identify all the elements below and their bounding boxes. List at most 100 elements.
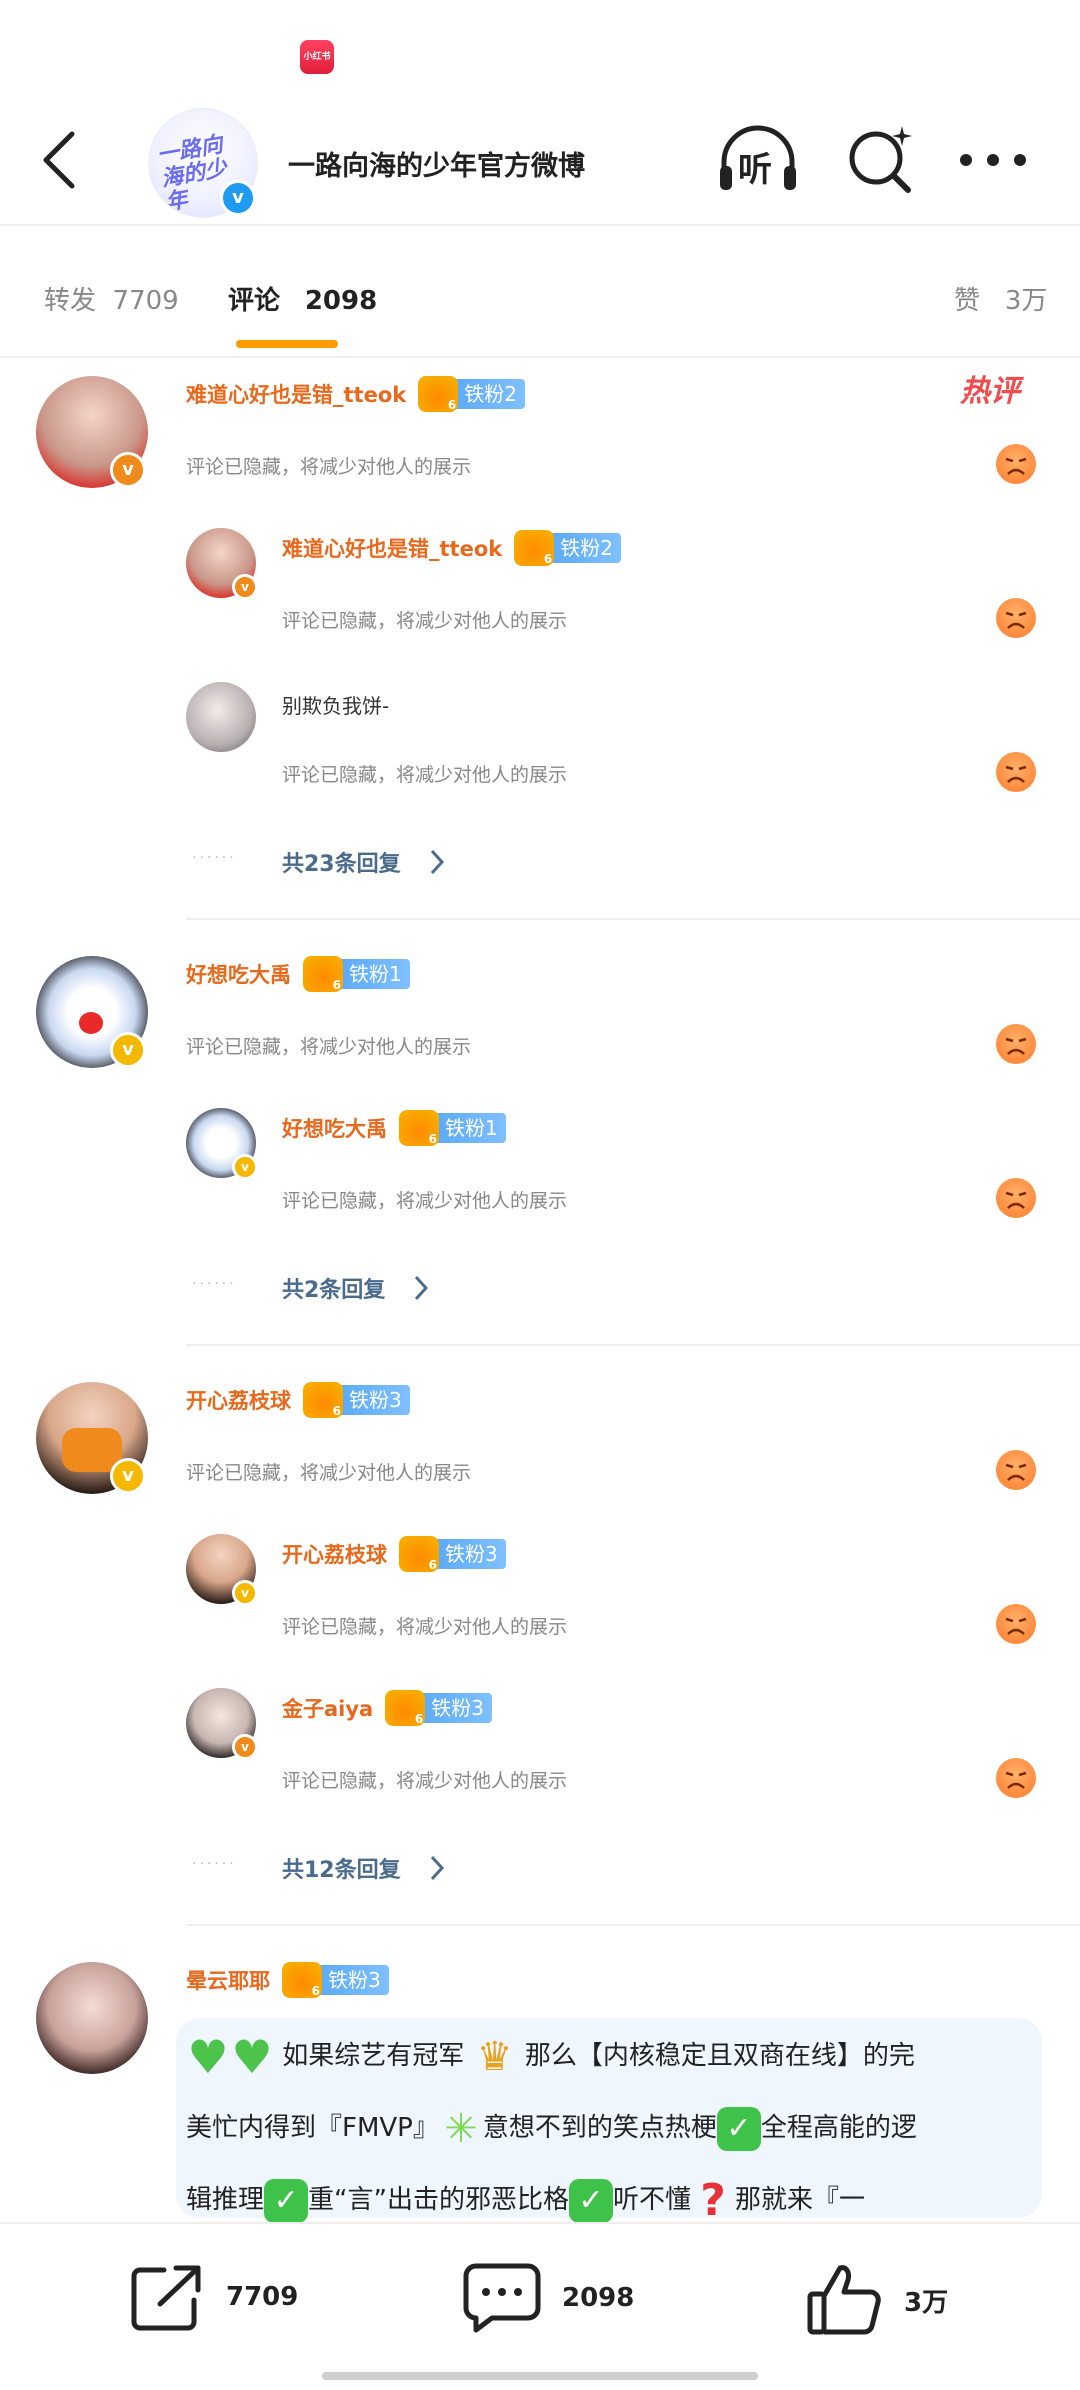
fan-badge[interactable]: 铁粉3 <box>303 1382 410 1418</box>
username[interactable]: 好想吃大禹 <box>282 1113 387 1143</box>
dislike-button[interactable] <box>996 752 1036 792</box>
separator-dots: ······ <box>192 1856 237 1872</box>
search-button[interactable] <box>846 124 916 198</box>
comment-header: 开心荔枝球 铁粉3 <box>186 1382 410 1418</box>
like-button[interactable]: 3万 <box>806 2262 948 2338</box>
more-options-button[interactable] <box>958 150 1028 174</box>
tab-likes[interactable]: 赞 3万 <box>954 280 1047 317</box>
chevron-right-icon <box>430 1855 444 1881</box>
reply-header: 好想吃大禹 铁粉1 <box>282 1110 506 1146</box>
fan-badge-label: 铁粉2 <box>546 533 621 563</box>
dislike-button[interactable] <box>996 598 1036 638</box>
username[interactable]: 难道心好也是错_tteok <box>282 533 502 563</box>
more-replies-label: 共23条回复 <box>282 852 401 877</box>
sad-face-icon <box>1005 765 1027 783</box>
hidden-comment-text: 评论已隐藏，将减少对他人的展示 <box>282 1770 568 1792</box>
dislike-button[interactable] <box>996 1178 1036 1218</box>
sparkle-icon: ✳ <box>444 2105 478 2152</box>
crown-icon <box>303 956 343 992</box>
home-indicator[interactable] <box>322 2372 758 2380</box>
tab-comments[interactable]: 评论 2098 <box>228 280 377 317</box>
user-badge-icon: v <box>232 1154 258 1180</box>
fan-badge-label: 铁粉2 <box>450 379 525 409</box>
thumbs-up-icon <box>807 2265 881 2335</box>
search-icon <box>849 126 912 193</box>
hidden-comment-text: 评论已隐藏，将减少对他人的展示 <box>282 764 568 786</box>
sad-face-icon <box>1005 1037 1027 1055</box>
comment-header: 难道心好也是错_tteok 铁粉2 <box>186 376 525 412</box>
reply-header: 金子aiya 铁粉3 <box>282 1690 492 1726</box>
fan-badge-label: 铁粉3 <box>335 1385 410 1415</box>
comment-header: 好想吃大禹 铁粉1 <box>186 956 410 992</box>
thread-divider <box>186 918 1080 920</box>
username[interactable]: 开心荔枝球 <box>282 1539 387 1569</box>
fan-badge[interactable]: 铁粉2 <box>418 376 525 412</box>
back-button[interactable] <box>40 130 80 190</box>
fan-badge-label: 铁粉3 <box>417 1693 492 1723</box>
view-replies-button[interactable]: 共23条回复 <box>282 846 445 878</box>
dislike-button[interactable] <box>996 1450 1036 1490</box>
username[interactable]: 金子aiya <box>282 1693 373 1723</box>
user-badge-icon: v <box>110 1458 146 1494</box>
sad-face-icon <box>1005 1771 1027 1789</box>
comment-text-segment: 如果综艺有冠军 <box>282 2041 465 2071</box>
tab-reposts[interactable]: 转发 7709 <box>44 280 179 317</box>
tabs-divider <box>0 356 1080 358</box>
comment-text: ♥♥ 如果综艺有冠军 ♛ 那么【内核稳定且双商在线】的完 美忙内得到『FMVP』… <box>186 2020 1026 2236</box>
hidden-comment-text: 评论已隐藏，将减少对他人的展示 <box>186 1036 472 1058</box>
comment-line-1: ♥♥ 如果综艺有冠军 ♛ 那么【内核稳定且双商在线】的完 <box>186 2020 1026 2092</box>
fan-badge-label: 铁粉3 <box>431 1539 506 1569</box>
view-replies-button[interactable]: 共12条回复 <box>282 1852 445 1884</box>
share-icon <box>131 2265 201 2331</box>
check-mark-icon: ✓ <box>264 2178 309 2223</box>
username[interactable]: 难道心好也是错_tteok <box>186 379 406 409</box>
user-badge-icon: v <box>110 452 146 488</box>
dislike-button[interactable] <box>996 444 1036 484</box>
fan-badge[interactable]: 铁粉1 <box>303 956 410 992</box>
commenter-avatar[interactable] <box>36 1962 148 2074</box>
username[interactable]: 别欺负我饼- <box>282 690 389 719</box>
tab-reposts-label: 转发 <box>44 286 97 316</box>
hidden-comment-text: 评论已隐藏，将减少对他人的展示 <box>282 610 568 632</box>
crown-icon <box>399 1110 439 1146</box>
more-replies-label: 共12条回复 <box>282 1858 401 1883</box>
comment-text-segment: 那么【内核稳定且双商在线】的完 <box>524 2041 915 2071</box>
comment-header: 晕云耶耶 铁粉3 <box>186 1962 389 1998</box>
view-replies-button[interactable]: 共2条回复 <box>282 1272 429 1304</box>
username[interactable]: 好想吃大禹 <box>186 959 291 989</box>
dislike-button[interactable] <box>996 1604 1036 1644</box>
username[interactable]: 开心荔枝球 <box>186 1385 291 1415</box>
fan-badge[interactable]: 铁粉3 <box>385 1690 492 1726</box>
repost-button[interactable]: 7709 <box>130 2262 298 2332</box>
page-title[interactable]: 一路向海的少年官方微博 <box>288 144 585 183</box>
fan-badge[interactable]: 铁粉3 <box>399 1536 506 1572</box>
comment-count: 2098 <box>562 2283 635 2313</box>
tab-likes-count: 3万 <box>1004 286 1048 316</box>
trophy-icon: ♛ <box>476 2033 513 2080</box>
user-badge-icon: v <box>232 1580 258 1606</box>
hidden-comment-text: 评论已隐藏，将减少对他人的展示 <box>186 1462 472 1484</box>
comment-icon <box>463 2263 541 2333</box>
tab-likes-label: 赞 <box>954 286 981 316</box>
fan-badge-label: 铁粉1 <box>335 959 410 989</box>
listen-button[interactable]: 听 <box>716 124 800 198</box>
fan-badge[interactable]: 铁粉3 <box>282 1962 389 1998</box>
hidden-comment-text: 评论已隐藏，将减少对他人的展示 <box>282 1190 568 1212</box>
hidden-comment-text: 评论已隐藏，将减少对他人的展示 <box>186 456 472 478</box>
comment-button[interactable]: 2098 <box>462 2262 634 2334</box>
dislike-button[interactable] <box>996 1024 1036 1064</box>
app-notification-icon: 小红书 <box>300 40 334 74</box>
reply-header: 难道心好也是错_tteok 铁粉2 <box>282 530 621 566</box>
fan-badge[interactable]: 铁粉1 <box>399 1110 506 1146</box>
active-tab-indicator <box>236 340 338 348</box>
separator-dots: ······ <box>192 850 237 866</box>
sad-face-icon <box>1005 611 1027 629</box>
dislike-button[interactable] <box>996 1758 1036 1798</box>
reply-avatar[interactable] <box>186 682 256 752</box>
sad-face-icon <box>1005 1191 1027 1209</box>
like-count: 3万 <box>904 2287 949 2318</box>
comment-text-segment: 全程高能的逻 <box>760 2113 917 2143</box>
thread-divider <box>186 1924 1080 1926</box>
username[interactable]: 晕云耶耶 <box>186 1965 270 1995</box>
fan-badge[interactable]: 铁粉2 <box>514 530 621 566</box>
